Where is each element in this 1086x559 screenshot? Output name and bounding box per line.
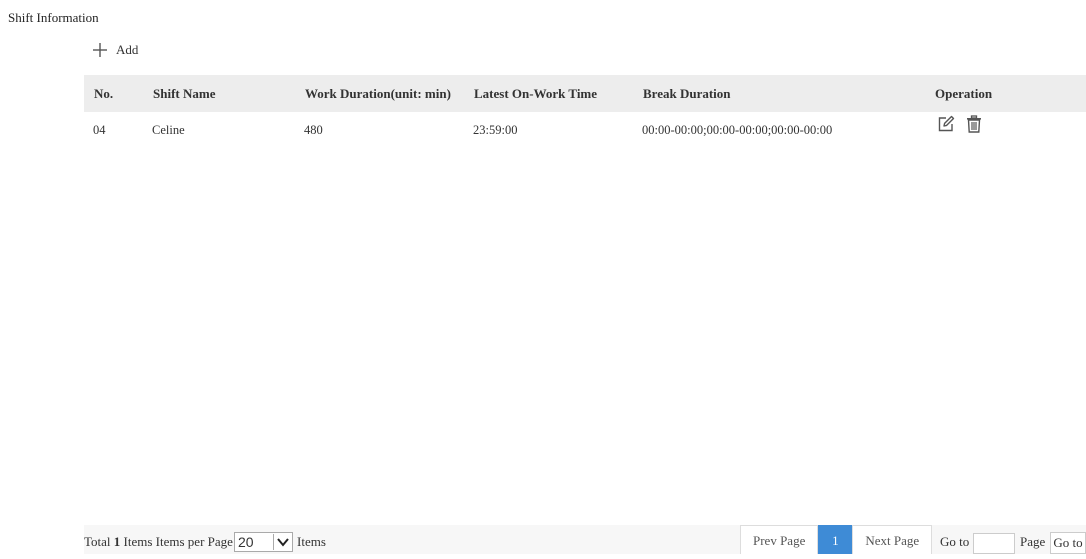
next-page-button[interactable]: Next Page [852,525,933,554]
header-work-duration: Work Duration(unit: min) [305,86,451,101]
header-operation: Operation [935,86,993,101]
delete-icon[interactable] [965,115,983,133]
page-title: Shift Information [8,10,99,25]
plus-icon [93,43,107,57]
pagination-footer: Total 1 Items Items per Page 20 Items Pr… [84,525,1086,554]
cell-break-duration: 00:00-00:00;00:00-00:00;00:00-00:00 [642,123,833,137]
row-operations [937,115,983,133]
cell-latest-on-work: 23:59:00 [473,123,518,137]
header-latest-on-work: Latest On-Work Time [474,86,598,101]
cell-work-duration: 480 [304,123,323,137]
header-shift-name: Shift Name [153,86,216,101]
table-header: No. Shift Name Work Duration(unit: min) … [84,75,1086,112]
pager: Prev Page 1 Next Page [740,525,933,554]
cell-shift-name: Celine [152,123,185,137]
table-row: 04 Celine 480 23:59:00 00:00-00:00;00:00… [84,112,1086,149]
chevron-down-icon[interactable] [273,534,292,550]
header-break-duration: Break Duration [643,86,731,101]
per-page-value: 20 [238,534,254,550]
prev-page-button[interactable]: Prev Page [740,525,819,554]
add-button[interactable]: Add [92,40,138,60]
cell-no: 04 [93,123,106,137]
goto-page-input[interactable] [973,533,1015,554]
add-button-label: Add [116,42,139,57]
header-no: No. [94,86,114,101]
total-count: 1 [113,534,121,549]
shift-table: No. Shift Name Work Duration(unit: min) … [84,75,1086,149]
total-prefix: Total [84,534,111,549]
per-page-select[interactable]: 20 [234,532,293,552]
edit-icon[interactable] [937,115,955,133]
goto-button[interactable]: Go to [1050,532,1086,554]
page-1-button[interactable]: 1 [818,525,853,554]
items-per-page-label: Items Items per Page [123,534,233,549]
